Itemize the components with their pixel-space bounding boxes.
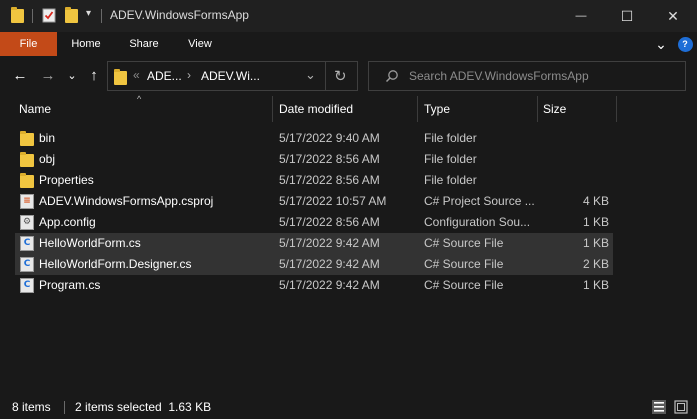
file-name[interactable]: App.config — [39, 212, 271, 233]
file-name[interactable]: obj — [39, 149, 271, 170]
sort-ascending-icon: ^ — [137, 94, 142, 104]
file-date-modified: 5/17/2022 9:42 AM — [279, 278, 380, 292]
folder-icon — [114, 69, 127, 85]
file-type: C# Project Source ... — [424, 194, 535, 208]
file-type: File folder — [424, 152, 477, 166]
separator — [101, 9, 102, 23]
expand-ribbon-button[interactable]: ⌄ — [652, 32, 670, 56]
refresh-button[interactable]: ↻ — [334, 67, 347, 85]
help-button[interactable]: ? — [676, 32, 694, 56]
minimize-button[interactable]: — — [558, 0, 604, 32]
separator — [325, 62, 326, 90]
file-size — [539, 170, 609, 191]
file-name[interactable]: Program.cs — [39, 275, 271, 296]
properties-icon[interactable] — [42, 7, 56, 23]
file-row[interactable]: Properties 5/17/2022 8:56 AM File folder — [15, 170, 613, 191]
file-name[interactable]: bin — [39, 128, 271, 149]
details-view-button[interactable] — [650, 398, 668, 416]
status-bar: 8 items 2 items selected 1.63 KB — [0, 395, 697, 419]
customize-quick-access-icon[interactable]: ▾ — [86, 8, 91, 19]
tab-view[interactable]: View — [176, 32, 224, 56]
file-size: 1 KB — [582, 215, 609, 229]
search-box[interactable]: Search ADEV.WindowsFormsApp — [368, 61, 686, 91]
tab-home[interactable]: Home — [61, 32, 111, 56]
close-button[interactable]: ✕ — [650, 0, 696, 32]
file-type: File folder — [424, 131, 477, 145]
file-size: 1 KB — [582, 236, 609, 250]
file-row[interactable]: C HelloWorldForm.Designer.cs 5/17/2022 9:4… — [15, 254, 613, 275]
file-type: C# Source File — [424, 236, 504, 250]
window-title: ADEV.WindowsFormsApp — [110, 8, 249, 22]
breadcrumb-item[interactable]: ADEV.Wi... — [201, 69, 260, 83]
file-type: C# Source File — [424, 257, 504, 271]
file-size: 2 KB — [582, 257, 609, 271]
file-type: Configuration Sou... — [424, 215, 531, 229]
ribbon: File Home Share View ⌄ ? — [0, 32, 697, 56]
separator — [64, 401, 65, 414]
file-name[interactable]: HelloWorldForm.Designer.cs — [39, 254, 271, 275]
file-row[interactable]: bin 5/17/2022 9:40 AM File folder — [15, 128, 613, 149]
tab-share[interactable]: Share — [120, 32, 168, 56]
file-rows: bin 5/17/2022 9:40 AM File folder obj 5/17/2… — [15, 128, 613, 296]
file-list: Name ^ Date modified Type Size bin 5/17/2… — [0, 94, 697, 395]
title-bar: ▾ ADEV.WindowsFormsApp — ☐ ✕ — [0, 0, 697, 32]
item-count: 8 items — [12, 400, 51, 414]
up-button[interactable]: ↑ — [84, 64, 104, 86]
address-history-dropdown[interactable]: ⌄ — [305, 67, 316, 83]
file-name[interactable]: ADEV.WindowsFormsApp.csproj — [39, 191, 271, 212]
file-type: File folder — [424, 173, 477, 187]
column-divider[interactable] — [616, 96, 617, 122]
file-size — [539, 128, 609, 149]
column-header-name[interactable]: Name — [13, 95, 272, 123]
file-row[interactable]: obj 5/17/2022 8:56 AM File folder — [15, 149, 613, 170]
file-date-modified: 5/17/2022 10:57 AM — [279, 194, 387, 208]
column-header-size[interactable]: Size — [537, 95, 616, 123]
file-size: 4 KB — [582, 194, 609, 208]
file-date-modified: 5/17/2022 8:56 AM — [279, 152, 380, 166]
help-icon: ? — [677, 36, 693, 52]
file-row[interactable]: C Program.cs 5/17/2022 9:42 AM C# Source Fi… — [15, 275, 613, 296]
navigation-bar: ← → ⌄ ↑ « ADE... › ADEV.Wi... ⌄ ↻ Search… — [0, 56, 697, 95]
file-type: C# Source File — [424, 278, 504, 292]
large-icons-view-icon — [674, 400, 688, 414]
breadcrumb-item[interactable]: ADE... — [147, 69, 182, 83]
search-input[interactable]: Search ADEV.WindowsFormsApp — [409, 69, 589, 83]
file-size: 1 KB — [582, 278, 609, 292]
file-date-modified: 5/17/2022 8:56 AM — [279, 215, 380, 229]
address-bar[interactable]: « ADE... › ADEV.Wi... ⌄ ↻ — [107, 61, 358, 91]
tab-file[interactable]: File — [0, 32, 57, 56]
breadcrumb-separator-icon[interactable]: › — [187, 68, 191, 82]
column-header-date[interactable]: Date modified — [273, 95, 417, 123]
file-row[interactable]: ≡ ADEV.WindowsFormsApp.csproj 5/17/2022 10… — [15, 191, 613, 212]
file-date-modified: 5/17/2022 9:42 AM — [279, 257, 380, 271]
large-icons-view-button[interactable] — [672, 398, 690, 416]
column-header-type[interactable]: Type — [418, 95, 536, 123]
separator — [32, 9, 33, 23]
maximize-button[interactable]: ☐ — [604, 0, 650, 32]
file-row[interactable]: C HelloWorldForm.cs 5/17/2022 9:42 AM C# So… — [15, 233, 613, 254]
forward-button[interactable]: → — [38, 64, 58, 86]
file-size — [539, 149, 609, 170]
selection-info: 2 items selected 1.63 KB — [75, 400, 212, 414]
recent-locations-button[interactable]: ⌄ — [64, 64, 80, 86]
file-date-modified: 5/17/2022 8:56 AM — [279, 173, 380, 187]
file-name[interactable]: Properties — [39, 170, 271, 191]
file-name[interactable]: HelloWorldForm.cs — [39, 233, 271, 254]
file-row[interactable]: ⚙ App.config 5/17/2022 8:56 AM Configuratio… — [15, 212, 613, 233]
file-date-modified: 5/17/2022 9:42 AM — [279, 236, 380, 250]
breadcrumb-overflow-icon[interactable]: « — [133, 68, 140, 82]
details-view-icon — [652, 400, 666, 414]
file-date-modified: 5/17/2022 9:40 AM — [279, 131, 380, 145]
back-button[interactable]: ← — [10, 64, 30, 86]
search-icon — [385, 70, 398, 83]
